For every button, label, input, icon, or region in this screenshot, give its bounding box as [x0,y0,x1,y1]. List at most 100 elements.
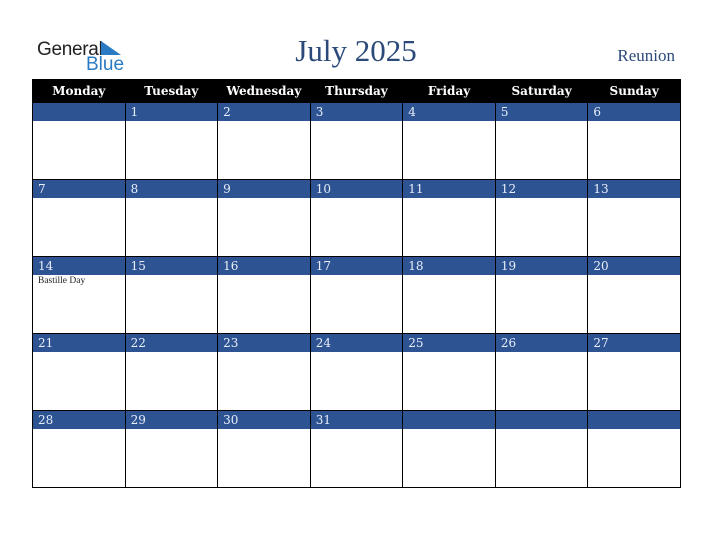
day-number: 3 [310,103,403,121]
day-cell[interactable]: 8 [124,179,219,257]
day-number: 24 [310,334,403,352]
day-cell[interactable] [402,410,496,488]
day-cell[interactable]: 7 [32,179,126,257]
day-number [403,411,495,429]
day-cell[interactable]: 24 [309,333,404,411]
day-number: 26 [495,334,588,352]
day-cell[interactable]: 30 [217,410,311,488]
day-body [496,121,588,179]
weekday-header: Friday [402,79,496,103]
day-cell[interactable]: 12 [494,179,589,257]
day-cell[interactable]: 3 [309,102,404,180]
day-cell[interactable]: 22 [124,333,219,411]
day-number: 29 [125,411,218,429]
day-cell[interactable]: 28 [32,410,126,488]
day-cell[interactable]: 17 [309,256,404,334]
day-cell[interactable]: 6 [587,102,681,180]
day-cell[interactable]: 27 [587,333,681,411]
day-body [218,198,310,256]
day-cell[interactable]: 4 [402,102,496,180]
day-number: 28 [33,411,125,429]
day-cell[interactable] [587,410,681,488]
day-number: 15 [125,257,218,275]
day-cell[interactable] [32,102,126,180]
day-cell[interactable]: 13 [587,179,681,257]
day-cell[interactable]: 10 [309,179,404,257]
day-body [403,275,495,333]
day-body [218,429,310,487]
day-number: 16 [218,257,310,275]
day-number: 21 [33,334,125,352]
day-number: 13 [588,180,680,198]
day-body [311,198,403,256]
day-body [403,429,495,487]
day-number: 31 [310,411,403,429]
day-number: 5 [495,103,588,121]
day-cell[interactable]: 20 [587,256,681,334]
day-number: 7 [33,180,125,198]
weekday-header: Thursday [309,79,404,103]
day-number: 17 [310,257,403,275]
day-number: 8 [125,180,218,198]
calendar-grid: Monday Tuesday Wednesday Thursday Friday… [32,79,681,488]
day-number: 11 [403,180,495,198]
day-cell[interactable] [494,410,589,488]
day-number: 2 [218,103,310,121]
day-body [588,198,680,256]
day-body [126,429,218,487]
day-number: 20 [588,257,680,275]
week-row: 7 8 9 10 11 12 13 [32,179,681,257]
day-body [33,198,125,256]
day-cell[interactable]: 18 [402,256,496,334]
day-number: 10 [310,180,403,198]
day-cell[interactable]: 31 [309,410,404,488]
day-body [588,429,680,487]
day-cell[interactable]: 5 [494,102,589,180]
day-body [33,429,125,487]
day-cell[interactable]: 2 [217,102,311,180]
day-body [33,121,125,179]
day-body [496,352,588,410]
day-cell[interactable]: 23 [217,333,311,411]
day-body [403,352,495,410]
day-body [311,121,403,179]
day-cell[interactable]: 29 [124,410,219,488]
day-body: Bastille Day [33,275,125,333]
week-row: 28 29 30 31 [32,410,681,488]
day-cell[interactable]: 1 [124,102,219,180]
weekday-header: Saturday [494,79,589,103]
day-cell[interactable]: 15 [124,256,219,334]
day-cell[interactable]: 26 [494,333,589,411]
day-body [403,198,495,256]
day-body [311,352,403,410]
day-number: 1 [125,103,218,121]
day-cell[interactable]: 9 [217,179,311,257]
day-cell[interactable]: 25 [402,333,496,411]
day-body [496,198,588,256]
day-number: 14 [33,257,125,275]
day-cell[interactable]: 19 [494,256,589,334]
day-cell[interactable]: 14 Bastille Day [32,256,126,334]
day-number [588,411,680,429]
holiday-event: Bastille Day [38,276,86,286]
day-number [33,103,125,121]
week-row: 123456 [32,102,681,180]
day-cell[interactable]: 21 [32,333,126,411]
day-number: 23 [218,334,310,352]
weekday-header: Monday [32,79,126,103]
day-body [588,352,680,410]
day-body [496,429,588,487]
day-body [588,275,680,333]
day-body [588,121,680,179]
day-cell[interactable]: 16 [217,256,311,334]
day-body [126,198,218,256]
day-body [218,121,310,179]
calendar-title: July 2025 [295,33,417,68]
day-number [495,411,588,429]
day-body [403,121,495,179]
day-body [218,352,310,410]
day-number: 18 [403,257,495,275]
week-row: 14 Bastille Day 15 16 17 18 19 20 [32,256,681,334]
day-cell[interactable]: 11 [402,179,496,257]
day-body [218,275,310,333]
